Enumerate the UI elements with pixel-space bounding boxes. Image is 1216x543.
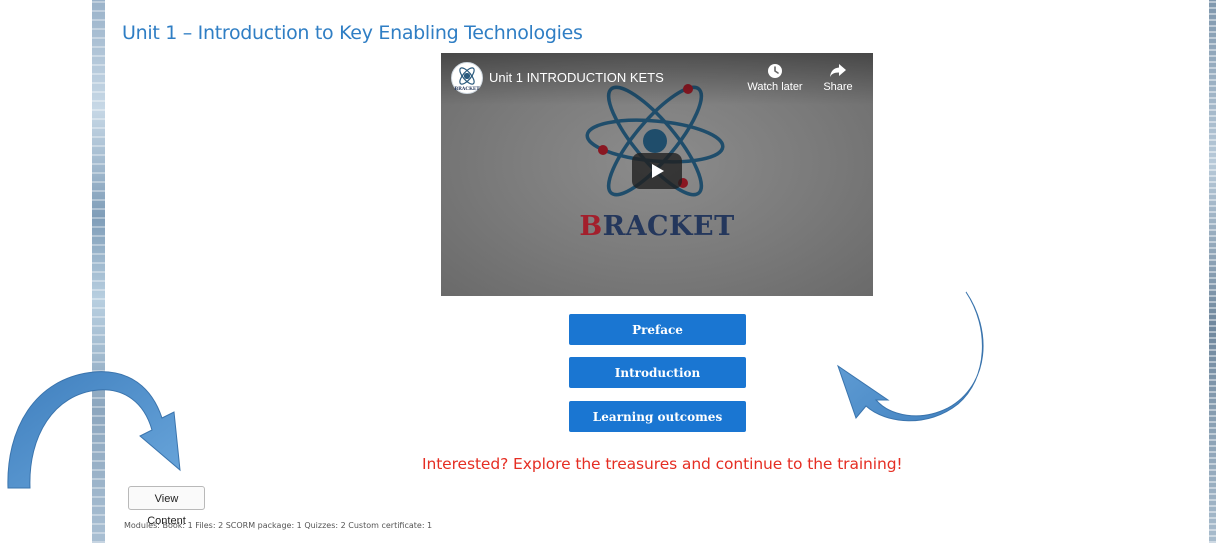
preface-button[interactable]: Preface [569, 314, 746, 345]
video-title[interactable]: Unit 1 INTRODUCTION KETS [489, 70, 664, 85]
watch-later-label: Watch later [747, 81, 803, 93]
share-button[interactable]: Share [814, 63, 862, 93]
share-arrow-icon [830, 64, 846, 77]
channel-avatar[interactable]: BRACKET [451, 62, 483, 94]
watch-later-button[interactable]: Watch later [747, 63, 803, 93]
cta-message: Interested? Explore the treasures and co… [422, 455, 903, 473]
view-content-button[interactable]: View Content [128, 486, 205, 527]
unit-title: Unit 1 – Introduction to Key Enabling Te… [122, 22, 583, 44]
share-label: Share [823, 81, 853, 93]
brand-wordmark: BRACKET [441, 211, 873, 242]
play-icon [652, 164, 664, 178]
right-decorative-strip [1209, 0, 1216, 543]
curved-arrow-down-right-icon [7, 371, 181, 489]
modules-summary: Modules: Book: 1 Files: 2 SCORM package:… [124, 521, 433, 530]
play-button[interactable] [632, 153, 682, 189]
brand-first-letter: B [579, 211, 603, 242]
channel-avatar-text: BRACKET [454, 86, 480, 92]
video-player[interactable]: BRACKET Unit 1 INTRODUCTION KETS Watch l… [441, 53, 873, 296]
curved-arrow-down-left-icon [837, 291, 984, 422]
learning-outcomes-button[interactable]: Learning outcomes [569, 401, 746, 432]
brand-rest: RACKET [602, 211, 735, 242]
introduction-button[interactable]: Introduction [569, 357, 746, 388]
clock-icon [768, 64, 782, 78]
